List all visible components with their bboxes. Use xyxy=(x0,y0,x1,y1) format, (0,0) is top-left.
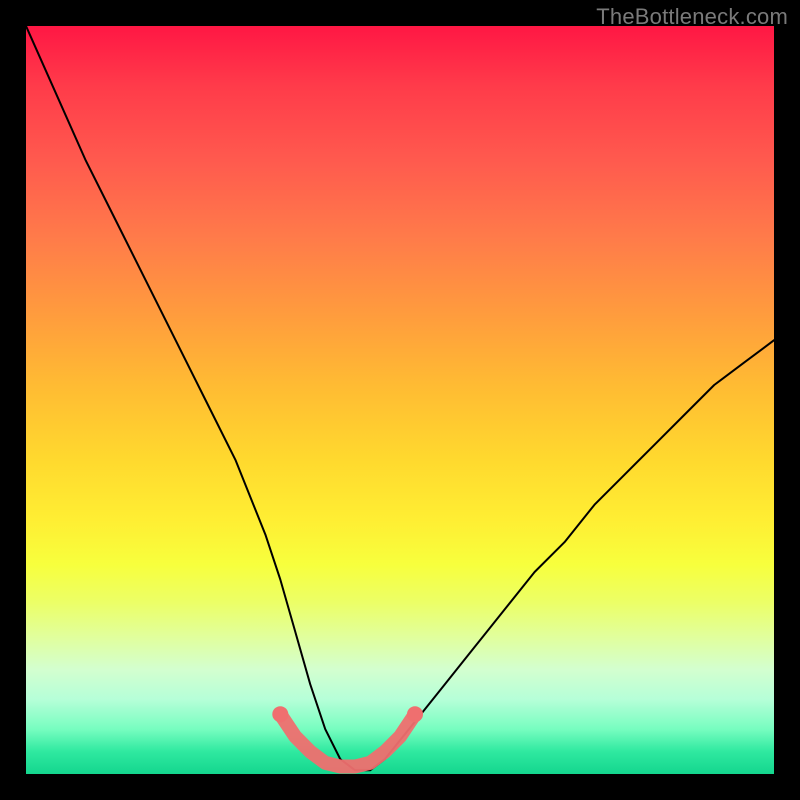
chart-frame: TheBottleneck.com xyxy=(0,0,800,800)
highlight-line xyxy=(280,714,415,766)
curve-line xyxy=(26,26,774,770)
plot-svg xyxy=(26,26,774,774)
plot-area xyxy=(26,26,774,774)
highlight-endpoint xyxy=(272,706,288,722)
highlight-endpoint xyxy=(407,706,423,722)
